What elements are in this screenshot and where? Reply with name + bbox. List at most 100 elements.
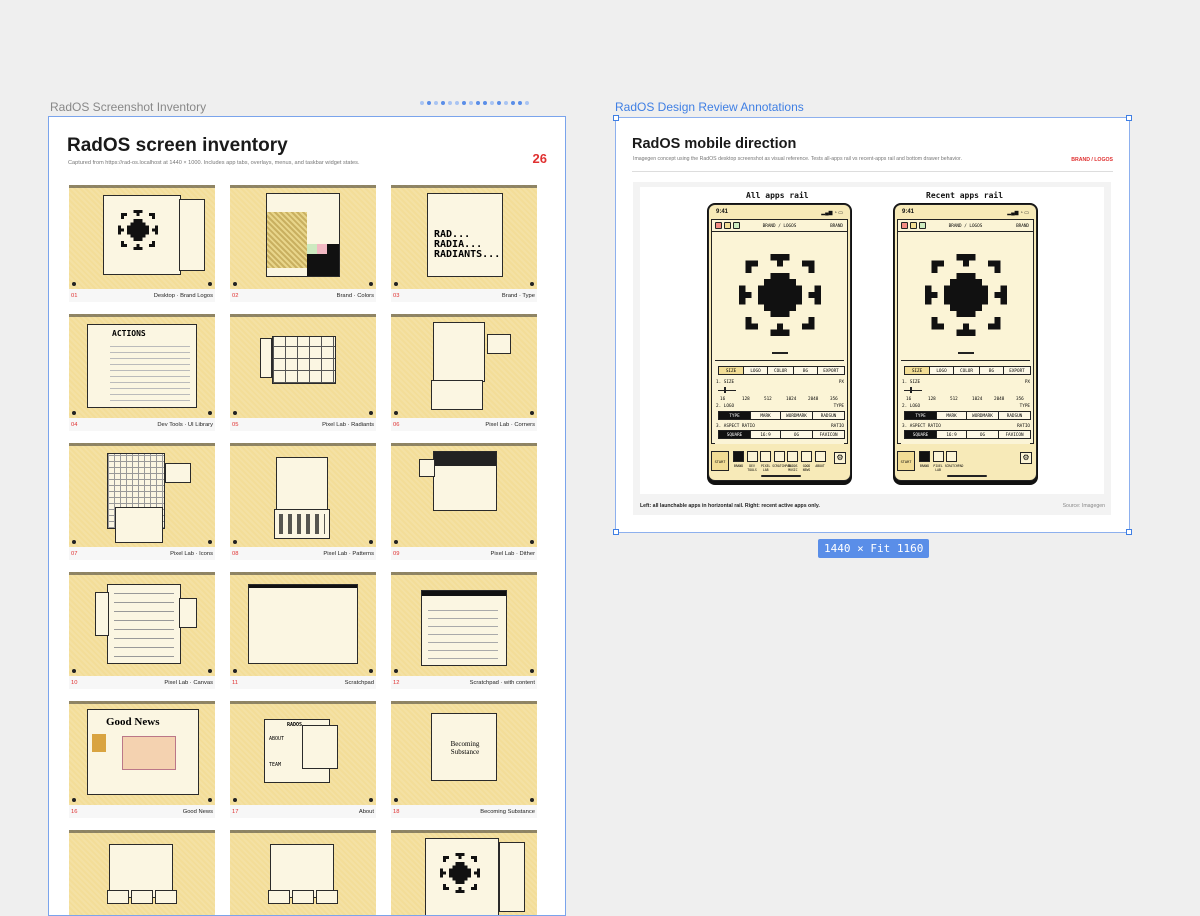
size-option[interactable]: 2048 bbox=[994, 397, 1004, 402]
segment-option[interactable]: TYPE bbox=[718, 411, 751, 420]
dock-app-icon[interactable] bbox=[946, 451, 958, 462]
dock-app-icon[interactable] bbox=[814, 451, 826, 462]
dock-app-icon[interactable] bbox=[760, 451, 772, 462]
size-option[interactable]: 1024 bbox=[786, 397, 796, 402]
size-option[interactable]: 1024 bbox=[972, 397, 982, 402]
segment-option[interactable]: COLOR bbox=[953, 366, 980, 375]
segment-option[interactable]: EXPORT bbox=[1003, 366, 1031, 375]
screenshot-thumbnail[interactable]: Becoming Substance bbox=[391, 701, 537, 805]
screenshot-thumbnail[interactable] bbox=[391, 314, 537, 418]
screenshot-thumbnail[interactable]: RAD... RADIA... RADIANTS... bbox=[391, 185, 537, 289]
screenshot-card[interactable]: 05 Pixel Lab · Radiants bbox=[230, 314, 376, 431]
segment-option[interactable]: RADSUN bbox=[812, 411, 845, 420]
segment-option[interactable]: RADSUN bbox=[998, 411, 1031, 420]
screenshot-card[interactable]: Becoming Substance 18 Becoming Substance bbox=[391, 701, 537, 818]
size-option[interactable]: 512 bbox=[764, 397, 772, 402]
screenshot-thumbnail[interactable] bbox=[391, 443, 537, 547]
segment-option[interactable]: LOGO bbox=[929, 366, 954, 375]
screenshot-card[interactable] bbox=[230, 830, 376, 915]
segment-option[interactable]: LOGO bbox=[743, 366, 768, 375]
segment-option[interactable]: FAVICON bbox=[812, 430, 845, 439]
screenshot-thumbnail[interactable] bbox=[69, 185, 215, 289]
segment-option[interactable]: 16:9 bbox=[750, 430, 781, 439]
size-slider[interactable] bbox=[718, 390, 736, 391]
screenshot-thumbnail[interactable] bbox=[69, 572, 215, 676]
screenshot-thumbnail[interactable]: RADOS ABOUT TEAM bbox=[230, 701, 376, 805]
dock-app-icon[interactable] bbox=[801, 451, 812, 462]
segment-option[interactable]: MARK bbox=[936, 411, 967, 420]
screenshot-thumbnail[interactable] bbox=[391, 830, 537, 915]
size-option[interactable]: 128 bbox=[742, 397, 750, 402]
screenshot-card[interactable]: ACTIONS 04 Dev Tools · UI Library bbox=[69, 314, 215, 431]
segment-option[interactable]: EXPORT bbox=[817, 366, 845, 375]
drawer-handle[interactable] bbox=[958, 352, 974, 354]
size-option[interactable]: 128 bbox=[928, 397, 936, 402]
resize-handle-tl[interactable] bbox=[613, 115, 619, 121]
screenshot-thumbnail[interactable] bbox=[69, 830, 215, 915]
resize-handle-tr[interactable] bbox=[1126, 115, 1132, 121]
review-frame[interactable]: RadOS mobile direction Imagegen concept … bbox=[613, 115, 1132, 535]
dock-app-icon[interactable] bbox=[787, 451, 799, 462]
inventory-frame-label[interactable]: RadOS Screenshot Inventory bbox=[50, 100, 206, 114]
screenshot-thumbnail[interactable] bbox=[230, 830, 376, 915]
screenshot-card[interactable]: 08 Pixel Lab · Patterns bbox=[230, 443, 376, 560]
screenshot-card[interactable]: 10 Pixel Lab · Canvas bbox=[69, 572, 215, 689]
dock-app-icon[interactable] bbox=[733, 451, 744, 462]
screenshot-card[interactable]: RAD... RADIA... RADIANTS... 03 Brand · Type bbox=[391, 185, 537, 302]
screenshot-card[interactable]: 02 Brand · Colors bbox=[230, 185, 376, 302]
screenshot-thumbnail[interactable]: ACTIONS bbox=[69, 314, 215, 418]
screenshot-thumbnail[interactable] bbox=[230, 443, 376, 547]
segment-option[interactable]: WORDMARK bbox=[966, 411, 999, 420]
screenshot-thumbnail[interactable] bbox=[230, 572, 376, 676]
dock-app-icon[interactable] bbox=[919, 451, 930, 462]
gear-icon[interactable]: ⚙ bbox=[834, 452, 846, 464]
screenshot-thumbnail[interactable] bbox=[230, 185, 376, 289]
screenshot-card[interactable]: 09 Pixel Lab · Dither bbox=[391, 443, 537, 560]
gear-icon[interactable]: ⚙ bbox=[1020, 452, 1032, 464]
segment-option[interactable]: FAVICON bbox=[998, 430, 1031, 439]
slider-thumb[interactable] bbox=[724, 387, 726, 393]
screenshot-thumbnail[interactable] bbox=[230, 314, 376, 418]
segment-option[interactable]: 16:9 bbox=[936, 430, 967, 439]
dock-app-icon[interactable] bbox=[773, 451, 785, 462]
segment-option[interactable]: OG bbox=[966, 430, 999, 439]
screenshot-card[interactable] bbox=[391, 830, 537, 915]
screenshot-card[interactable]: 11 Scratchpad bbox=[230, 572, 376, 689]
size-option[interactable]: 16 bbox=[720, 397, 725, 402]
segment-option[interactable]: WORDMARK bbox=[780, 411, 813, 420]
dock-app-icon[interactable] bbox=[746, 451, 758, 462]
size-option[interactable]: 2048 bbox=[808, 397, 818, 402]
resize-handle-br[interactable] bbox=[1126, 529, 1132, 535]
screenshot-card[interactable]: Good News 16 Good News bbox=[69, 701, 215, 818]
size-option[interactable]: 16 bbox=[906, 397, 911, 402]
size-option[interactable]: 356 bbox=[830, 397, 838, 402]
segment-option[interactable]: BG bbox=[979, 366, 1004, 375]
resize-handle-bl[interactable] bbox=[613, 529, 619, 535]
size-slider[interactable] bbox=[904, 390, 922, 391]
segment-option[interactable]: SIZE bbox=[718, 366, 744, 375]
dock-app-icon[interactable] bbox=[932, 451, 944, 462]
screenshot-thumbnail[interactable] bbox=[69, 443, 215, 547]
segment-option[interactable]: BG bbox=[793, 366, 818, 375]
review-frame-label[interactable]: RadOS Design Review Annotations bbox=[615, 100, 804, 114]
screenshot-card[interactable]: 07 Pixel Lab · Icons bbox=[69, 443, 215, 560]
screenshot-card[interactable] bbox=[69, 830, 215, 915]
segment-option[interactable]: OG bbox=[780, 430, 813, 439]
screenshot-card[interactable]: 12 Scratchpad · with content bbox=[391, 572, 537, 689]
size-option[interactable]: 512 bbox=[950, 397, 958, 402]
segment-option[interactable]: TYPE bbox=[904, 411, 937, 420]
drawer-handle[interactable] bbox=[772, 352, 788, 354]
inventory-frame[interactable]: RadOS screen inventory Captured from htt… bbox=[48, 116, 566, 916]
segment-option[interactable]: MARK bbox=[750, 411, 781, 420]
segment-option[interactable]: COLOR bbox=[767, 366, 794, 375]
screenshot-thumbnail[interactable] bbox=[391, 572, 537, 676]
screenshot-thumbnail[interactable]: Good News bbox=[69, 701, 215, 805]
screenshot-card[interactable]: 06 Pixel Lab · Corners bbox=[391, 314, 537, 431]
segment-option[interactable]: SQUARE bbox=[718, 430, 751, 439]
segment-option[interactable]: SQUARE bbox=[904, 430, 937, 439]
start-button[interactable]: START bbox=[711, 451, 729, 471]
size-option[interactable]: 356 bbox=[1016, 397, 1024, 402]
start-button[interactable]: START bbox=[897, 451, 915, 471]
screenshot-card[interactable]: RADOS ABOUT TEAM 17 About bbox=[230, 701, 376, 818]
screenshot-card[interactable]: 01 Desktop · Brand Logos bbox=[69, 185, 215, 302]
